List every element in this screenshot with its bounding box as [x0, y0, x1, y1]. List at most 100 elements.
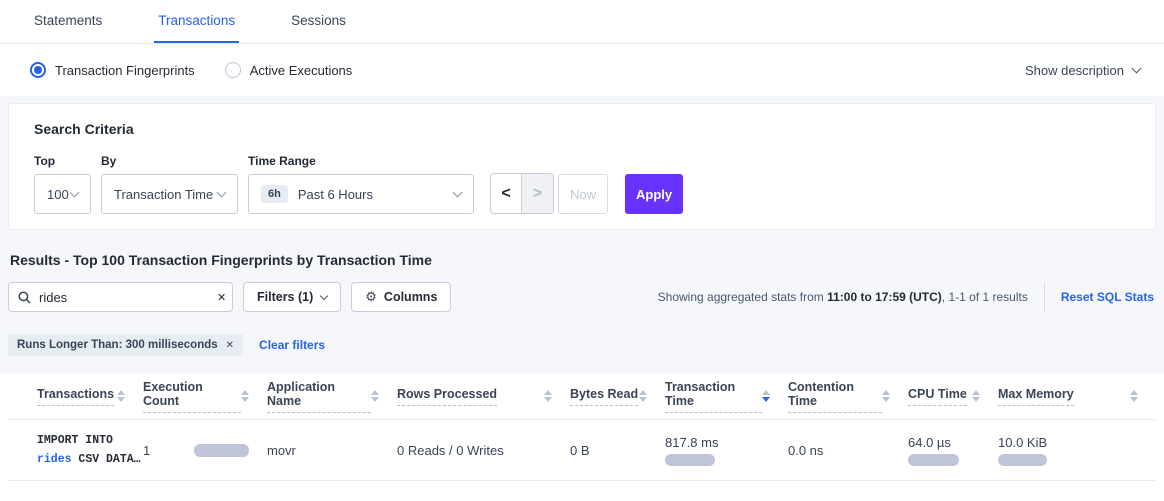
by-select[interactable]: Transaction Time	[101, 174, 238, 214]
cell-transaction[interactable]: IMPORT INTO rides CSV DATA…	[8, 420, 143, 480]
time-range-select[interactable]: 6h Past 6 Hours	[248, 174, 474, 214]
table-row[interactable]: IMPORT INTO rides CSV DATA… 1 movr 0 Rea…	[8, 420, 1156, 481]
column-header-application-name[interactable]: Application Name	[267, 373, 397, 419]
show-description-label: Show description	[1025, 63, 1124, 78]
transaction-time-bar	[665, 454, 715, 466]
radio-unselected-icon[interactable]	[225, 62, 241, 78]
transaction-time-value: 817.8 ms	[665, 435, 718, 450]
transaction-statement: IMPORT INTO	[37, 434, 113, 447]
sort-icon[interactable]	[1130, 390, 1138, 402]
cell-transaction-time: 817.8 ms	[665, 420, 788, 480]
stats-summary: Showing aggregated stats from 11:00 to 1…	[658, 290, 1028, 304]
results-table: Transactions Execution Count Application…	[0, 373, 1164, 501]
clear-search-icon[interactable]: ✕	[215, 291, 228, 304]
cell-execution-count: 1	[143, 420, 267, 480]
columns-button[interactable]: ⚙ Columns	[351, 282, 451, 312]
contention-time-value: 0.0 ns	[788, 443, 823, 458]
search-match-highlight: rides	[37, 453, 72, 466]
sort-icon[interactable]	[544, 390, 552, 402]
sort-icon[interactable]	[882, 390, 890, 402]
show-description-toggle[interactable]: Show description	[1025, 63, 1140, 78]
apply-button[interactable]: Apply	[625, 174, 683, 214]
cell-contention-time: 0.0 ns	[788, 420, 908, 480]
rows-processed-value: 0 Reads / 0 Writes	[397, 443, 504, 458]
page-tabs: Statements Transactions Sessions	[0, 0, 1164, 44]
sort-icon[interactable]	[371, 390, 379, 402]
chevron-down-icon	[70, 187, 80, 197]
search-box[interactable]: ✕	[8, 282, 233, 312]
column-label[interactable]: Transaction Time	[665, 380, 762, 413]
sort-icon[interactable]	[762, 390, 770, 402]
chevron-down-icon	[1132, 63, 1142, 73]
time-range-badge: 6h	[261, 185, 288, 203]
column-header-execution-count[interactable]: Execution Count	[143, 373, 267, 419]
column-label[interactable]: Contention Time	[788, 380, 882, 413]
cell-bytes-read: 0 B	[570, 420, 665, 480]
filter-chip-label: Runs Longer Than: 300 milliseconds	[17, 339, 218, 351]
radio-selected-icon[interactable]	[30, 62, 46, 78]
reset-sql-stats-link[interactable]: Reset SQL Stats	[1061, 290, 1154, 304]
column-label[interactable]: Execution Count	[143, 380, 241, 413]
radio-active-executions[interactable]: Active Executions	[225, 62, 353, 78]
search-criteria-card: Search Criteria Top 100 By Transaction T…	[8, 103, 1156, 230]
cell-application-name: movr	[267, 420, 397, 480]
column-label[interactable]: CPU Time	[908, 387, 967, 406]
search-input[interactable]	[39, 290, 215, 305]
table-header-row: Transactions Execution Count Application…	[8, 373, 1156, 420]
tab-sessions[interactable]: Sessions	[287, 0, 350, 43]
column-label[interactable]: Bytes Read	[570, 387, 638, 406]
application-name-value: movr	[267, 443, 296, 458]
time-range-label: Time Range	[248, 154, 474, 168]
execution-count-value: 1	[143, 443, 150, 458]
sort-icon[interactable]	[972, 390, 980, 402]
time-next-button[interactable]: >	[522, 174, 553, 213]
max-memory-value: 10.0 KiB	[998, 435, 1047, 450]
column-header-bytes-read[interactable]: Bytes Read	[570, 373, 665, 419]
column-header-transactions[interactable]: Transactions	[8, 373, 143, 419]
radio-label: Active Executions	[250, 63, 353, 78]
view-toggle-row: Transaction Fingerprints Active Executio…	[0, 44, 1164, 96]
vertical-divider	[1044, 282, 1045, 312]
column-header-contention-time[interactable]: Contention Time	[788, 373, 908, 419]
results-controls: ✕ Filters (1) ⚙ Columns Showing aggregat…	[8, 282, 1156, 312]
time-prev-button[interactable]: <	[491, 174, 522, 213]
now-button[interactable]: Now	[558, 174, 608, 214]
cell-max-memory: 10.0 KiB	[998, 420, 1156, 480]
chevron-down-icon	[453, 187, 463, 197]
stats-prefix: Showing aggregated stats from	[658, 290, 827, 304]
sort-icon[interactable]	[639, 390, 647, 402]
remove-filter-icon[interactable]: ✕	[226, 340, 234, 351]
column-label[interactable]: Rows Processed	[397, 387, 497, 406]
clear-filters-link[interactable]: Clear filters	[259, 338, 325, 352]
time-nav-group: < >	[490, 173, 554, 214]
chevron-down-icon	[320, 291, 328, 299]
chevron-down-icon	[217, 187, 227, 197]
top-select[interactable]: 100	[34, 174, 91, 214]
search-criteria-title: Search Criteria	[34, 121, 1130, 137]
transaction-statement: CSV DATA…	[72, 453, 141, 466]
tab-statements[interactable]: Statements	[30, 0, 106, 43]
column-header-max-memory[interactable]: Max Memory	[998, 373, 1156, 419]
column-header-rows-processed[interactable]: Rows Processed	[397, 373, 570, 419]
by-select-value: Transaction Time	[114, 187, 213, 202]
filter-chip-row: Runs Longer Than: 300 milliseconds ✕ Cle…	[8, 334, 1156, 356]
column-label[interactable]: Application Name	[267, 380, 371, 413]
filter-chip: Runs Longer Than: 300 milliseconds ✕	[8, 334, 243, 356]
filters-button[interactable]: Filters (1)	[243, 282, 341, 312]
cpu-time-value: 64.0 µs	[908, 435, 951, 450]
sort-icon[interactable]	[241, 390, 249, 402]
columns-label: Columns	[384, 290, 437, 304]
radio-transaction-fingerprints[interactable]: Transaction Fingerprints	[30, 62, 195, 78]
cell-cpu-time: 64.0 µs	[908, 420, 998, 480]
column-header-cpu-time[interactable]: CPU Time	[908, 373, 998, 419]
execution-count-bar	[194, 444, 249, 457]
filters-label: Filters (1)	[257, 290, 313, 304]
sort-icon[interactable]	[117, 390, 125, 402]
top-select-value: 100	[47, 187, 69, 202]
column-header-transaction-time[interactable]: Transaction Time	[665, 373, 788, 419]
column-label[interactable]: Max Memory	[998, 387, 1074, 406]
tab-transactions[interactable]: Transactions	[154, 0, 239, 43]
cpu-time-bar	[908, 454, 959, 466]
column-label[interactable]: Transactions	[37, 387, 114, 406]
cell-rows-processed: 0 Reads / 0 Writes	[397, 420, 570, 480]
